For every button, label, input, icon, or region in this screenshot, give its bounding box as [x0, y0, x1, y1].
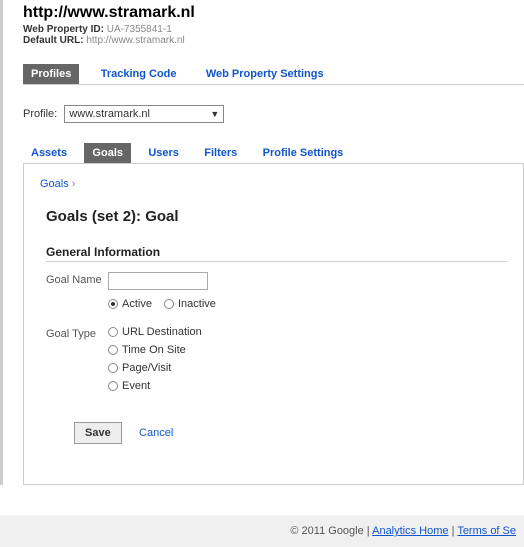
chevron-down-icon: ▼ [210, 109, 219, 119]
goal-type-label: Goal Type [46, 326, 108, 398]
subtab-users[interactable]: Users [140, 143, 187, 163]
sub-tabs: Assets Goals Users Filters Profile Setti… [23, 143, 524, 164]
radio-url-destination[interactable]: URL Destination [108, 326, 202, 338]
radio-inactive-label: Inactive [178, 298, 216, 310]
radio-event-label: Event [122, 380, 150, 392]
profile-label: Profile: [23, 108, 57, 120]
footer: © 2011 Google | Analytics Home | Terms o… [0, 515, 524, 547]
radio-icon [108, 381, 118, 391]
subtab-filters[interactable]: Filters [196, 143, 245, 163]
radio-url-destination-label: URL Destination [122, 326, 202, 338]
breadcrumb: Goals › [40, 178, 507, 190]
goal-name-input[interactable] [108, 272, 208, 290]
radio-icon [108, 363, 118, 373]
radio-event[interactable]: Event [108, 380, 202, 392]
radio-page-visit-label: Page/Visit [122, 362, 171, 374]
default-url-label: Default URL: [23, 35, 84, 46]
footer-terms-link[interactable]: Terms of Se [457, 525, 516, 537]
profile-select-value: www.stramark.nl [69, 108, 150, 120]
subtab-goals[interactable]: Goals [84, 143, 131, 163]
breadcrumb-separator: › [72, 178, 76, 190]
main-tabs: Profiles Tracking Code Web Property Sett… [23, 64, 524, 85]
profile-select[interactable]: www.stramark.nl ▼ [64, 105, 224, 123]
page-title: Goals (set 2): Goal [46, 208, 507, 225]
breadcrumb-goals-link[interactable]: Goals [40, 178, 69, 190]
section-general-info: General Information [46, 245, 507, 262]
save-button[interactable]: Save [74, 422, 122, 444]
web-property-id-value: UA-7355841-1 [107, 24, 172, 35]
tab-tracking-code[interactable]: Tracking Code [93, 64, 185, 84]
radio-time-on-site[interactable]: Time On Site [108, 344, 202, 356]
radio-icon [164, 299, 174, 309]
goal-name-label: Goal Name [46, 272, 108, 316]
site-title: http://www.stramark.nl [23, 4, 524, 22]
radio-time-on-site-label: Time On Site [122, 344, 186, 356]
radio-inactive[interactable]: Inactive [164, 298, 216, 310]
radio-icon [108, 345, 118, 355]
cancel-link[interactable]: Cancel [139, 427, 173, 439]
radio-icon [108, 299, 118, 309]
subtab-assets[interactable]: Assets [23, 143, 75, 163]
footer-copyright: © 2011 Google [290, 525, 363, 537]
footer-analytics-home-link[interactable]: Analytics Home [372, 525, 448, 537]
tab-profiles[interactable]: Profiles [23, 64, 79, 84]
radio-active-label: Active [122, 298, 152, 310]
default-url-value: http://www.stramark.nl [86, 35, 184, 46]
radio-active[interactable]: Active [108, 298, 152, 310]
tab-web-property-settings[interactable]: Web Property Settings [198, 64, 332, 84]
radio-page-visit[interactable]: Page/Visit [108, 362, 202, 374]
web-property-id-label: Web Property ID: [23, 24, 104, 35]
radio-icon [108, 327, 118, 337]
subtab-profile-settings[interactable]: Profile Settings [255, 143, 352, 163]
